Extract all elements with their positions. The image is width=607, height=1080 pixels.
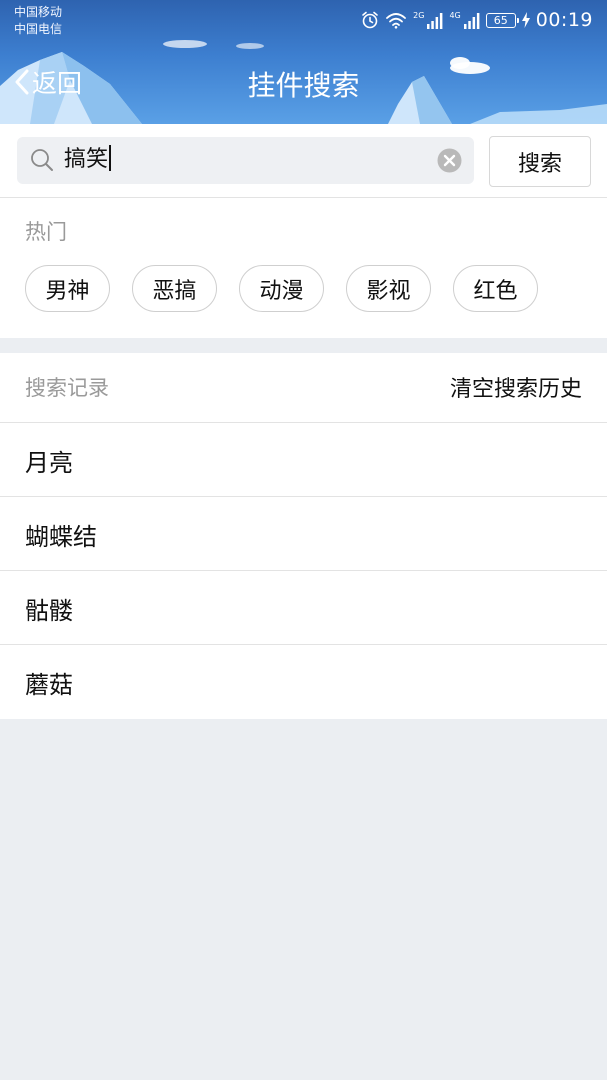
text-cursor — [109, 145, 112, 171]
search-icon — [29, 147, 55, 177]
hot-section-label: 热门 — [25, 220, 67, 244]
hot-tag[interactable]: 影视 — [346, 265, 431, 312]
search-query-text: 搞笑 — [64, 145, 112, 175]
clear-input-icon[interactable] — [437, 148, 462, 177]
hot-tag[interactable]: 红色 — [453, 265, 538, 312]
charging-bolt-icon — [521, 12, 530, 28]
search-history: 搜索记录 清空搜索历史 月亮 蝴蝶结 骷髅 蘑菇 — [0, 353, 607, 719]
status-icons: 2G 4G 65 00:19 — [361, 9, 593, 31]
search-button[interactable]: 搜索 — [489, 136, 591, 187]
hot-tag[interactable]: 恶搞 — [132, 265, 217, 312]
history-item[interactable]: 蘑菇 — [0, 645, 607, 719]
hot-tag[interactable]: 动漫 — [239, 265, 324, 312]
battery-indicator: 65 — [485, 12, 519, 28]
status-time: 00:19 — [535, 9, 593, 31]
signal-bars-icon — [427, 11, 443, 29]
hot-tags: 男神 恶搞 动漫 影视 红色 — [25, 265, 538, 312]
hot-section: 热门 男神 恶搞 动漫 影视 红色 — [0, 198, 607, 338]
network-2g-label: 2G — [413, 10, 425, 20]
history-item[interactable]: 蝴蝶结 — [0, 497, 607, 571]
search-history-label: 搜索记录 — [25, 376, 109, 400]
carrier-1: 中国移动 — [14, 5, 63, 19]
battery-level: 65 — [493, 13, 508, 27]
hot-tag[interactable]: 男神 — [25, 265, 110, 312]
search-query-value: 搞笑 — [64, 147, 109, 172]
history-item[interactable]: 月亮 — [0, 423, 607, 497]
page-title: 挂件搜索 — [247, 69, 360, 102]
history-item-label: 骷髅 — [25, 597, 73, 625]
history-item-label: 蝴蝶结 — [25, 523, 97, 551]
search-history-header: 搜索记录 清空搜索历史 — [0, 353, 607, 423]
history-item-label: 月亮 — [25, 449, 73, 477]
history-item[interactable]: 骷髅 — [0, 571, 607, 645]
wifi-icon — [385, 11, 407, 29]
history-item-label: 蘑菇 — [25, 671, 73, 699]
nav-bar: 返回 挂件搜索 — [0, 52, 607, 114]
network-4g-label: 4G — [449, 10, 461, 20]
search-bar: 搞笑 搜索 — [0, 124, 607, 198]
app-header: 中国移动 中国电信 2G 4G 65 00:19 返回 挂件搜索 — [0, 0, 607, 124]
signal-bars-icon — [463, 11, 480, 29]
carrier-2: 中国电信 — [14, 22, 63, 36]
alarm-icon — [361, 11, 379, 29]
search-input[interactable]: 搞笑 — [17, 137, 474, 184]
clear-history-button[interactable]: 清空搜索历史 — [450, 371, 582, 403]
status-bar: 中国移动 中国电信 2G 4G 65 00:19 — [0, 0, 607, 40]
